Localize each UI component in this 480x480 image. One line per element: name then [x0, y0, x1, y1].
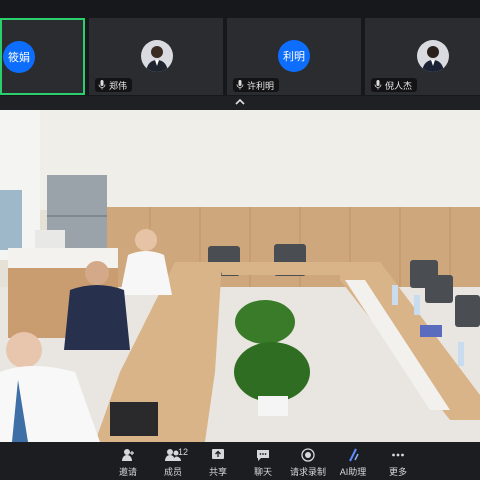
participant-name: 郑伟: [109, 80, 128, 91]
participant-name-tag: 倪人杰: [371, 78, 418, 92]
participant-tile-2[interactable]: 郑伟: [89, 18, 223, 95]
members-button[interactable]: 12 成员: [151, 442, 195, 480]
chat-button[interactable]: 聊天: [241, 442, 285, 480]
participant-name-tag: 许利明: [233, 78, 280, 92]
participant-name: 倪人杰: [385, 80, 413, 91]
add-person-icon: [122, 449, 134, 461]
invite-button[interactable]: 邀请: [106, 442, 150, 480]
mic-icon: [236, 80, 244, 90]
chevron-up-icon[interactable]: [233, 96, 247, 108]
participant-thumbnail-strip: 筱娟 郑伟 利明 许利明 倪人杰: [0, 0, 480, 96]
share-screen-icon: [212, 449, 224, 459]
more-button[interactable]: 更多: [376, 442, 420, 480]
request-record-button[interactable]: 请求录制: [286, 442, 330, 480]
participant-tile-1[interactable]: 筱娟: [0, 18, 85, 95]
record-icon: [301, 448, 315, 462]
avatar: 筱娟: [3, 41, 35, 73]
meeting-toolbar: 邀请 12 成员 共享 聊天 请求录制 AI助理 更多: [0, 442, 480, 480]
member-count-badge: 12: [178, 447, 189, 457]
avatar: 利明: [278, 40, 310, 72]
participant-tile-4[interactable]: 倪人杰: [365, 18, 480, 95]
ai-assistant-icon: [349, 448, 359, 462]
mic-icon: [98, 80, 106, 90]
share-button[interactable]: 共享: [196, 442, 240, 480]
ai-assistant-button[interactable]: AI助理: [331, 442, 375, 480]
participant-tile-3[interactable]: 利明 许利明: [227, 18, 361, 95]
chat-icon: [257, 450, 269, 461]
more-dots-icon: [392, 453, 404, 457]
participant-name-tag: 郑伟: [95, 78, 133, 92]
avatar: [417, 40, 449, 72]
mic-icon: [374, 80, 382, 90]
avatar: [141, 40, 173, 72]
main-video-feed: [0, 110, 480, 442]
participant-name: 许利明: [247, 80, 275, 91]
